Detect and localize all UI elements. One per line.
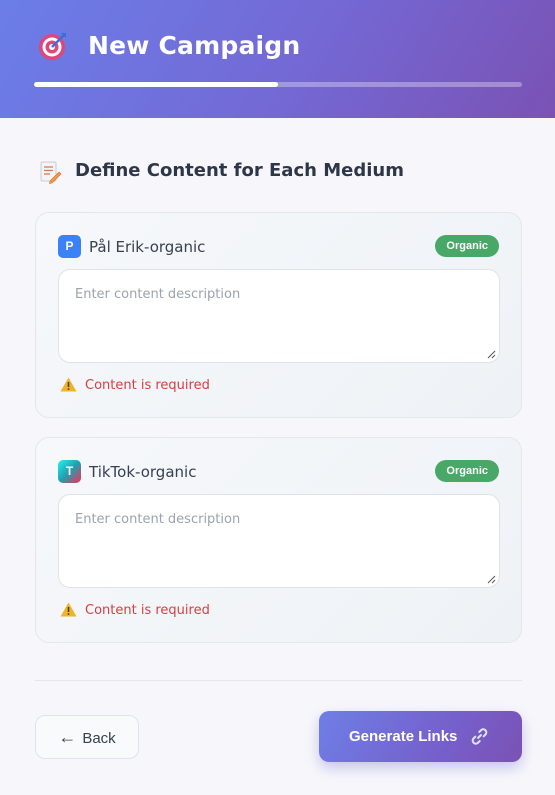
link-icon <box>471 728 488 745</box>
warning-icon <box>60 377 77 392</box>
error-text: Content is required <box>85 603 210 618</box>
main-content: Define Content for Each Medium P Pål Eri… <box>0 118 555 795</box>
target-dart-icon <box>39 33 66 60</box>
error-text: Content is required <box>85 378 210 393</box>
content-description-input[interactable]: Enter content description <box>58 269 500 363</box>
generate-label: Generate Links <box>349 728 458 745</box>
content-placeholder: Enter content description <box>75 512 241 527</box>
back-button[interactable]: ← Back <box>35 715 139 759</box>
medium-name: Pål Erik-organic <box>89 238 206 256</box>
content-placeholder: Enter content description <box>75 287 241 302</box>
progress-bar <box>34 82 522 87</box>
content-description-input[interactable]: Enter content description <box>58 494 500 588</box>
divider <box>35 680 522 681</box>
medium-name: TikTok-organic <box>89 463 197 481</box>
page-title: New Campaign <box>88 31 301 60</box>
warning-icon <box>60 602 77 617</box>
organic-badge: Organic <box>435 460 499 482</box>
medium-card-pal-erik: P Pål Erik-organic Organic Enter content… <box>35 212 522 418</box>
organic-badge: Organic <box>435 235 499 257</box>
medium-card-tiktok: T TikTok-organic Organic Enter content d… <box>35 437 522 643</box>
resize-handle-icon[interactable] <box>487 350 496 359</box>
header: New Campaign <box>0 0 555 118</box>
medium-badge-icon: P <box>58 235 81 258</box>
memo-pencil-icon <box>40 161 62 184</box>
progress-fill <box>34 82 278 87</box>
arrow-left-icon: ← <box>58 727 77 747</box>
tiktok-icon: T <box>58 460 81 483</box>
section-title: Define Content for Each Medium <box>75 160 404 181</box>
back-label: Back <box>82 730 116 747</box>
resize-handle-icon[interactable] <box>487 575 496 584</box>
generate-links-button[interactable]: Generate Links <box>319 711 522 762</box>
